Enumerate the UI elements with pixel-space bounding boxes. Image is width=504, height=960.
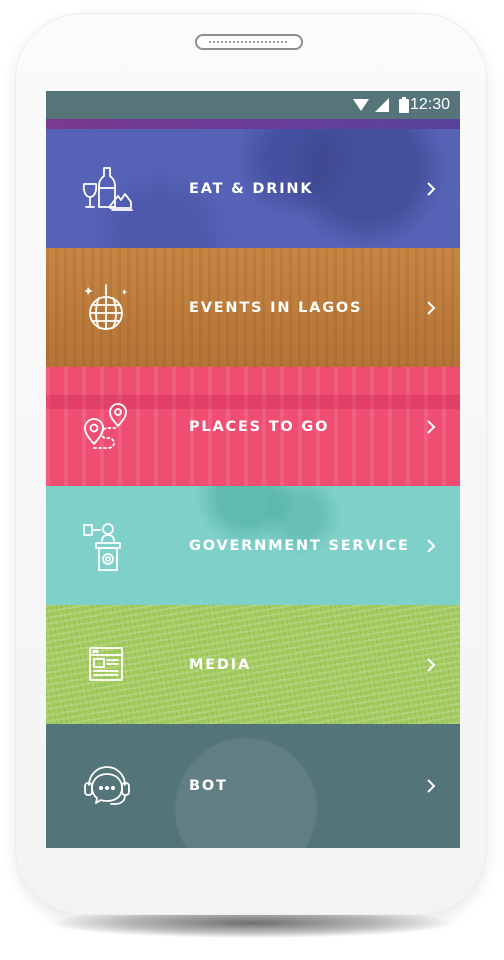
podium-microphone-icon xyxy=(83,523,121,571)
chevron-right-icon xyxy=(427,657,436,672)
menu-item-events-in-lagos[interactable]: EVENTS IN LAGOS xyxy=(46,248,460,367)
phone-frame: 12:30 EAT & DRINK EVENTS IN LAGOS PLACES… xyxy=(16,14,486,914)
newspaper-icon xyxy=(89,647,123,681)
chevron-right-icon xyxy=(427,779,436,793)
chevron-right-icon xyxy=(427,181,436,196)
menu-item-label: GOVERNMENT SERVICE xyxy=(189,537,410,554)
menu-item-label: PLACES TO GO xyxy=(189,418,330,435)
menu-item-label: BOT xyxy=(189,778,228,794)
battery-icon xyxy=(399,97,409,113)
wine-glass-bottle-icon xyxy=(82,167,133,211)
wifi-icon xyxy=(353,99,369,111)
app-screen: 12:30 EAT & DRINK EVENTS IN LAGOS PLACES… xyxy=(46,91,460,848)
chevron-right-icon xyxy=(427,419,436,434)
map-pin-route-icon xyxy=(84,403,127,449)
chevron-right-icon xyxy=(427,538,436,553)
menu-item-label: EVENTS IN LAGOS xyxy=(189,299,363,316)
menu-item-media[interactable]: MEDIA xyxy=(46,605,460,724)
menu-item-label: MEDIA xyxy=(189,656,251,673)
status-bar: 12:30 xyxy=(46,91,460,119)
menu-item-government-service[interactable]: GOVERNMENT SERVICE xyxy=(46,486,460,605)
disco-ball-icon xyxy=(84,284,128,330)
menu-item-places-to-go[interactable]: PLACES TO GO xyxy=(46,367,460,486)
earpiece-speaker xyxy=(195,34,303,50)
menu-item-bot[interactable]: BOT xyxy=(46,724,460,848)
top-color-strip xyxy=(46,119,460,129)
menu-item-label: EAT & DRINK xyxy=(189,180,314,197)
headset-chat-icon xyxy=(84,766,130,805)
menu-item-eat-drink[interactable]: EAT & DRINK xyxy=(46,129,460,248)
chevron-right-icon xyxy=(427,300,436,315)
status-time: 12:30 xyxy=(409,96,450,113)
signal-icon xyxy=(375,98,389,112)
